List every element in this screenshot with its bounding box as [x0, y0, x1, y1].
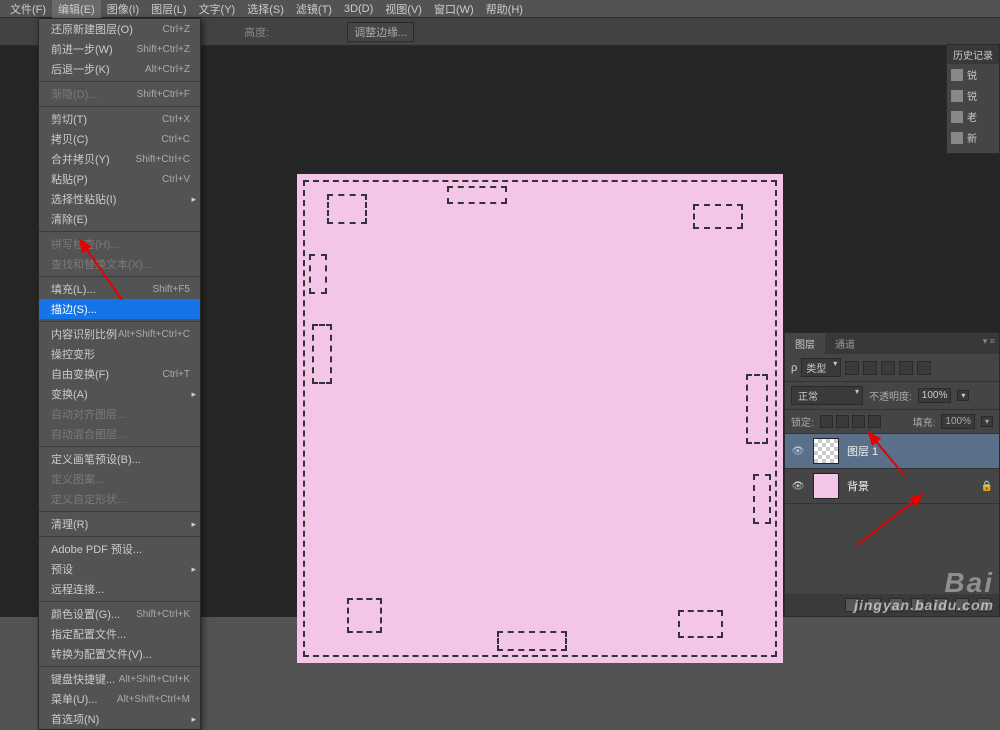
menuitem: 定义图案... — [39, 469, 200, 489]
menuitem[interactable]: 合并拷贝(Y)Shift+Ctrl+C — [39, 149, 200, 169]
menuitem[interactable]: 填充(L)...Shift+F5 — [39, 279, 200, 299]
lock-label: 锁定: — [791, 414, 814, 429]
menuitem[interactable]: 转换为配置文件(V)... — [39, 644, 200, 664]
history-rows: 锐锐老新 — [947, 64, 999, 148]
menuitem[interactable]: 变换(A) — [39, 384, 200, 404]
filter-icon[interactable] — [863, 361, 877, 375]
menubar: 文件(F)编辑(E)图像(I)图层(L)文字(Y)选择(S)滤镜(T)3D(D)… — [0, 0, 1000, 18]
history-item[interactable]: 老 — [947, 106, 999, 127]
filter-icon[interactable] — [899, 361, 913, 375]
lock-icon: 🔒 — [981, 481, 993, 492]
menu-文字[interactable]: 文字(Y) — [193, 0, 242, 19]
menuitem[interactable]: 清理(R) — [39, 514, 200, 534]
lock-image-icon[interactable] — [836, 415, 849, 428]
fill-stepper[interactable]: ▾ — [981, 416, 993, 427]
opacity-label: 不透明度: — [869, 388, 912, 403]
menuitem[interactable]: 颜色设置(G)...Shift+Ctrl+K — [39, 604, 200, 624]
menuitem: 渐隐(D)...Shift+Ctrl+F — [39, 84, 200, 104]
lock-trans-icon[interactable] — [820, 415, 833, 428]
layer-thumb — [813, 438, 839, 464]
menu-3D[interactable]: 3D(D) — [338, 1, 379, 17]
menuitem[interactable]: 自由变换(F)Ctrl+T — [39, 364, 200, 384]
filter-type-dropdown[interactable]: 类型 — [801, 358, 841, 377]
menu-滤镜[interactable]: 滤镜(T) — [290, 0, 338, 19]
history-item[interactable]: 锐 — [947, 64, 999, 85]
layer-name: 背景 — [847, 478, 869, 494]
opacity-value[interactable]: 100% — [918, 388, 952, 403]
panel-menu-icon[interactable]: ▾ ≡ — [979, 333, 999, 354]
menu-帮助[interactable]: 帮助(H) — [480, 0, 529, 19]
menuitem[interactable]: 后退一步(K)Alt+Ctrl+Z — [39, 59, 200, 79]
menu-窗口[interactable]: 窗口(W) — [428, 0, 480, 19]
menuitem[interactable]: 内容识别比例Alt+Shift+Ctrl+C — [39, 324, 200, 344]
menuitem[interactable]: 粘贴(P)Ctrl+V — [39, 169, 200, 189]
menuitem[interactable]: 首选项(N) — [39, 709, 200, 729]
tab-channels[interactable]: 通道 — [825, 333, 865, 354]
menuitem[interactable]: 预设 — [39, 559, 200, 579]
fill-label: 填充: — [913, 414, 936, 429]
menu-选择[interactable]: 选择(S) — [241, 0, 290, 19]
menu-编辑[interactable]: 编辑(E) — [52, 0, 101, 19]
visibility-icon[interactable]: 👁 — [791, 444, 805, 458]
filter-icon[interactable] — [917, 361, 931, 375]
filter-icon[interactable] — [881, 361, 895, 375]
filter-icon[interactable] — [845, 361, 859, 375]
menuitem[interactable]: 选择性粘贴(I) — [39, 189, 200, 209]
history-panel: 历史记录 锐锐老新 — [946, 44, 1000, 154]
menuitem: 查找和替换文本(X)... — [39, 254, 200, 274]
menuitem[interactable]: 操控变形 — [39, 344, 200, 364]
layer-row[interactable]: 👁 背景 🔒 — [785, 469, 999, 504]
menuitem[interactable]: 远程连接... — [39, 579, 200, 599]
menu-图像[interactable]: 图像(I) — [101, 0, 145, 19]
edit-menu-dropdown: 还原新建图层(O)Ctrl+Z前进一步(W)Shift+Ctrl+Z后退一步(K… — [38, 18, 201, 730]
layer-list: 👁 图层 1 👁 背景 🔒 — [785, 434, 999, 504]
menu-图层[interactable]: 图层(L) — [145, 0, 192, 19]
label-height: 高度: — [244, 24, 269, 40]
menuitem[interactable]: 清除(E) — [39, 209, 200, 229]
menu-视图[interactable]: 视图(V) — [379, 0, 428, 19]
menuitem: 自动混合图层... — [39, 424, 200, 444]
history-item[interactable]: 锐 — [947, 85, 999, 106]
menu-文件[interactable]: 文件(F) — [4, 0, 52, 19]
history-item[interactable]: 新 — [947, 127, 999, 148]
blend-mode-dropdown[interactable]: 正常 — [791, 386, 863, 405]
layer-row[interactable]: 👁 图层 1 — [785, 434, 999, 469]
fill-value[interactable]: 100% — [941, 414, 975, 429]
menuitem[interactable]: 菜单(U)...Alt+Shift+Ctrl+M — [39, 689, 200, 709]
menuitem[interactable]: 描边(S)... — [39, 299, 200, 319]
watermark: Bai jingyan.baidu.com — [854, 569, 994, 613]
opacity-stepper[interactable]: ▾ — [957, 390, 969, 401]
menuitem[interactable]: 还原新建图层(O)Ctrl+Z — [39, 19, 200, 39]
menuitem[interactable]: 键盘快捷键...Alt+Shift+Ctrl+K — [39, 669, 200, 689]
lock-all-icon[interactable] — [868, 415, 881, 428]
history-title: 历史记录 — [947, 45, 999, 64]
menuitem: 自动对齐图层... — [39, 404, 200, 424]
menuitem[interactable]: 前进一步(W)Shift+Ctrl+Z — [39, 39, 200, 59]
selection-marquee — [303, 180, 777, 657]
layers-tabs: 图层 通道 ▾ ≡ — [785, 333, 999, 354]
layer-thumb — [813, 473, 839, 499]
lock-pos-icon[interactable] — [852, 415, 865, 428]
menuitem: 拼写检查(H)... — [39, 234, 200, 254]
visibility-icon[interactable]: 👁 — [791, 479, 805, 493]
menuitem[interactable]: 定义画笔预设(B)... — [39, 449, 200, 469]
menuitem: 定义自定形状... — [39, 489, 200, 509]
menuitem[interactable]: 剪切(T)Ctrl+X — [39, 109, 200, 129]
menuitem[interactable]: 拷贝(C)Ctrl+C — [39, 129, 200, 149]
canvas[interactable] — [297, 174, 783, 663]
layer-name: 图层 1 — [847, 443, 878, 459]
menuitem[interactable]: Adobe PDF 预设... — [39, 539, 200, 559]
refine-edge-button[interactable]: 调整边缘... — [347, 22, 414, 42]
tab-layers[interactable]: 图层 — [785, 333, 825, 354]
menuitem[interactable]: 指定配置文件... — [39, 624, 200, 644]
